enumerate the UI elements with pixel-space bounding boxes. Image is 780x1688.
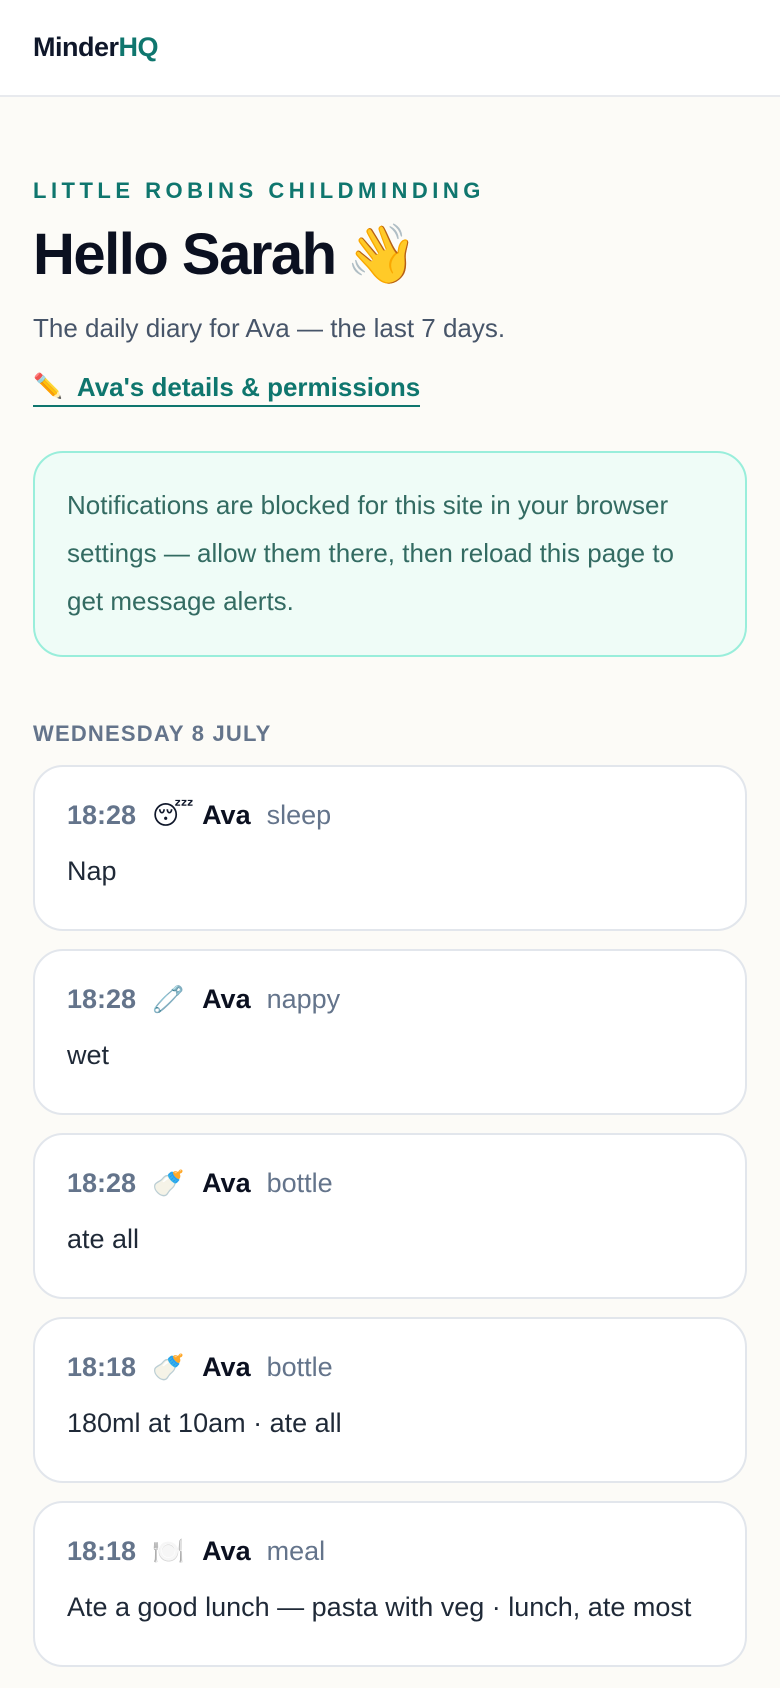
logo-accent: HQ [118,32,159,62]
entry-time: 18:28 [67,984,137,1014]
entry-header: 18:28 🧷 Ava nappy [67,979,713,1019]
page-subtitle: The daily diary for Ava — the last 7 day… [33,313,506,343]
entry-kind: sleep [266,800,332,830]
logo-main: Minder [33,32,119,62]
entry-child-name: Ava [202,1352,251,1382]
diary-entry[interactable]: 18:18 🍼 Ava bottle 180ml at 10am · ate a… [33,1317,747,1483]
entry-note: 180ml at 10am · ate all [67,1408,342,1438]
entry-time: 18:18 [67,1352,137,1382]
nappy-icon: 🧷 [152,984,185,1014]
greeting-text: Hello Sarah [33,222,337,287]
entry-header: 18:18 🍼 Ava bottle [67,1347,713,1387]
child-details-link-label: Ava's details & permissions [76,372,421,402]
entry-note: Ate a good lunch — pasta with veg · lunc… [67,1592,692,1622]
day-heading: WEDNESDAY 8 JULY [33,721,272,746]
diary-entry[interactable]: 18:28 🍼 Ava bottle ate all [33,1133,747,1299]
entry-header: 18:28 😴 Ava sleep [67,795,713,835]
diary-entry[interactable]: 18:28 😴 Ava sleep Nap [33,765,747,931]
entry-header: 18:18 🍽️ Ava meal [67,1531,713,1571]
child-details-link[interactable]: ✏️ Ava's details & permissions [33,371,421,407]
main-content: LITTLE ROBINS CHILDMINDING Hello Sarah 👋… [0,179,780,1667]
entry-kind: bottle [266,1168,333,1198]
bottle-icon: 🍼 [152,1352,185,1382]
setting-name: LITTLE ROBINS CHILDMINDING [33,178,485,203]
entry-kind: meal [266,1536,326,1566]
entry-child-name: Ava [202,800,251,830]
bottle-icon: 🍼 [152,1168,185,1198]
entry-kind: nappy [266,984,341,1014]
entry-child-name: Ava [202,984,251,1014]
entry-note: Nap [67,856,117,886]
diary-entry[interactable]: 18:18 🍽️ Ava meal Ate a good lunch — pas… [33,1501,747,1667]
entry-kind: bottle [266,1352,333,1382]
app-logo[interactable]: MinderHQ [33,32,159,63]
meal-icon: 🍽️ [152,1536,185,1566]
entry-time: 18:28 [67,800,137,830]
sleep-icon: 😴 [152,800,194,830]
page-title: Hello Sarah 👋 [33,219,747,291]
entry-child-name: Ava [202,1168,251,1198]
entry-child-name: Ava [202,1536,251,1566]
top-bar: MinderHQ [0,0,780,97]
pencil-icon: ✏️ [33,373,63,400]
entry-note: ate all [67,1224,140,1254]
entry-time: 18:18 [67,1536,137,1566]
diary-entry[interactable]: 18:28 🧷 Ava nappy wet [33,949,747,1115]
waving-hand-icon: 👋 [345,222,418,287]
diary-entries: 18:28 😴 Ava sleep Nap 18:28 🧷 Ava nappy … [33,765,747,1667]
notifications-blocked-notice: Notifications are blocked for this site … [33,451,747,657]
entry-header: 18:28 🍼 Ava bottle [67,1163,713,1203]
entry-time: 18:28 [67,1168,137,1198]
entry-note: wet [67,1040,110,1070]
